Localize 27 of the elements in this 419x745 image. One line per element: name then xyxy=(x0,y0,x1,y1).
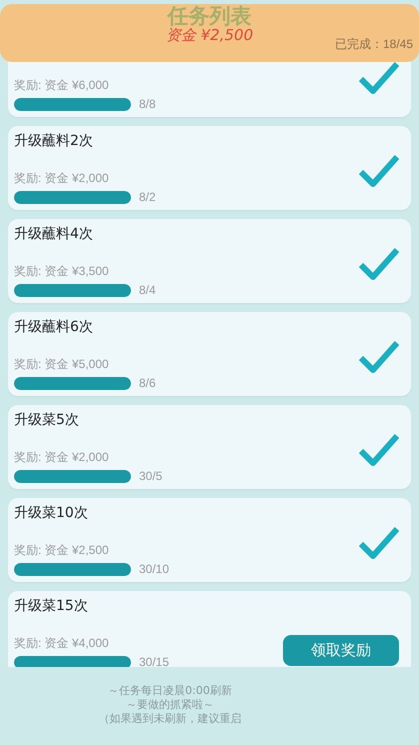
reward-text: 奖励: 资金 ¥6,000 xyxy=(14,77,110,94)
task-title: 升级蘸料6次 xyxy=(14,318,94,337)
reward-text: 奖励: 资金 ¥2,000 xyxy=(14,170,110,187)
progress-text: 8/6 xyxy=(139,376,156,390)
claim-reward-button[interactable]: 领取奖励 xyxy=(283,634,399,666)
reward-text: 奖励: 资金 ¥2,000 xyxy=(14,449,110,466)
task-title: 升级菜5次 xyxy=(14,411,80,430)
task-title: 升级蘸料2次 xyxy=(14,132,94,151)
task-title: 升级菜15次 xyxy=(14,597,89,616)
money-amount: 资金 ¥2,500 xyxy=(166,26,254,45)
reward-text: 奖励: 资金 ¥5,000 xyxy=(14,356,110,373)
progress-text: 30/15 xyxy=(139,655,170,667)
task-title: 升级菜10次 xyxy=(14,504,89,523)
reward-text: 奖励: 资金 ¥3,500 xyxy=(14,263,110,280)
reward-text: 奖励: 资金 ¥2,500 xyxy=(14,542,110,559)
progress-text: 8/8 xyxy=(139,97,156,111)
completed-count: 已完成：18/45 xyxy=(334,36,413,53)
reward-text: 奖励: 资金 ¥4,000 xyxy=(14,635,110,652)
progress-text: 8/4 xyxy=(139,283,156,297)
footer-note: ～任务每日凌晨0:00刷新 xyxy=(107,684,233,698)
progress-text: 8/2 xyxy=(139,190,156,204)
progress-text: 30/10 xyxy=(139,562,170,576)
progress-text: 30/5 xyxy=(139,469,162,483)
footer-note: （如果遇到未刷新，建议重启 xyxy=(98,712,242,726)
footer-note: ～要做的抓紧啦～ xyxy=(125,698,215,712)
task-title: 升级蘸料4次 xyxy=(14,225,94,244)
page-title: 任务列表 xyxy=(166,3,252,28)
